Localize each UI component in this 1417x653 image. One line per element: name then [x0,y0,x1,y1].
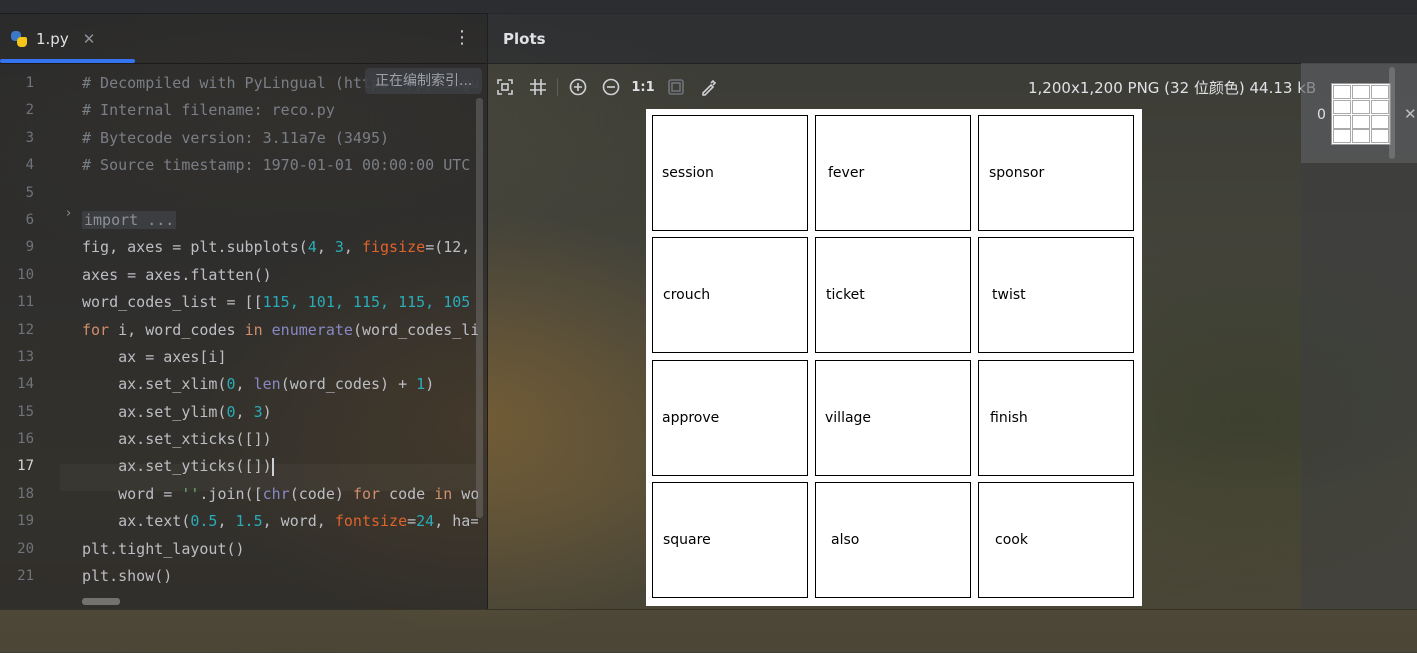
text-caret [271,457,274,476]
code-line: for i, word_codes in enumerate(word_code… [82,320,478,339]
python-file-icon [10,30,28,48]
code-line: ax.text(0.5, 1.5, word, fontsize=24, ha=… [82,512,478,531]
line-number-gutter: 1 2 3 4 5 6 9 10 11 12 13 14 15 16 17 18… [0,70,60,590]
line-number: 11 [17,294,34,311]
code-editor-pane: 1.py ✕ ⋮ 1 2 3 4 5 6 9 10 11 12 13 14 15… [0,13,488,609]
word-label: also [831,532,860,548]
folded-imports[interactable]: import ... [82,210,177,229]
fold-expand-icon[interactable]: › [66,206,71,221]
code-line: ax = axes[i] [82,347,227,366]
line-number: 4 [25,157,34,174]
line-number: 5 [25,184,34,201]
word-label: finish [990,410,1028,426]
line-number: 21 [17,568,34,585]
word-label: crouch [663,287,711,303]
word-label: sponsor [989,165,1045,181]
code-line: # Source timestamp: 1970-01-01 00:00:00 … [82,152,478,179]
line-number: 13 [17,348,34,365]
horizontal-scrollbar[interactable] [82,598,120,605]
word-label: approve [662,410,720,426]
code-line: plt.tight_layout() [82,539,245,558]
code-line: plt.show() [82,567,173,586]
window-top-strip [0,0,1417,14]
actual-size-button[interactable]: 1:1 [627,80,659,95]
tab-filename: 1.py [36,30,69,48]
code-line: word_codes_list = [[115, 101, 115, 115, … [82,293,471,312]
line-number: 10 [17,266,34,283]
thumbnail-scrollbar[interactable] [1389,67,1395,159]
code-line: axes = axes.flatten() [82,265,272,284]
code-area[interactable]: # Decompiled with PyLingual (https://pyl… [82,70,478,590]
toolbar-separator [557,78,558,96]
word-label: twist [992,287,1026,303]
line-number: 16 [17,431,34,448]
code-line: # Internal filename: reco.py [82,97,478,124]
line-number: 18 [17,485,34,502]
fit-screen-icon[interactable] [488,73,521,101]
plots-header: Plots [488,13,1417,64]
line-number: 14 [17,376,34,393]
word-label: fever [828,165,865,181]
image-info-label: 1,200x1,200 PNG (32 位颜色) 44.13 kB [1028,79,1317,97]
plot-thumbnail[interactable] [1331,83,1391,145]
code-line: import ... [82,207,478,234]
close-thumbnail-icon[interactable]: ✕ [1404,105,1417,123]
vertical-scrollbar[interactable] [476,98,483,518]
color-picker-icon[interactable] [692,73,725,101]
code-line: fig, axes = plt.subplots(4, 3, figsize=(… [82,238,471,257]
zoom-in-icon[interactable] [561,73,594,101]
editor-tab-bar: 1.py ✕ ⋮ [0,13,487,64]
zoom-out-icon[interactable] [594,73,627,101]
comment: # Source timestamp: 1970-01-01 00:00:00 … [82,156,478,175]
plot-thumbnails-panel: 0 ✕ [1301,63,1417,609]
tab-1-py[interactable]: 1.py ✕ [10,27,95,51]
code-line: # Bytecode version: 3.11a7e (3495) [82,125,478,152]
line-number: 19 [17,513,34,530]
plot-image: session fever sponsor crouch ticket twis… [646,109,1142,606]
code-line: ax.set_ylim(0, 3) [82,402,272,421]
code-line: ax.set_xticks([]) [82,430,272,449]
close-tab-icon[interactable]: ✕ [83,30,96,48]
comment: # Bytecode version: 3.11a7e (3495) [82,128,390,147]
word-label: square [663,532,711,548]
word-label: cook [995,532,1028,548]
active-tab-indicator [0,59,135,63]
comment: # Internal filename: reco.py [82,101,335,120]
line-number: 15 [17,403,34,420]
word-label: village [825,410,872,426]
grid-icon[interactable] [521,73,554,101]
plots-title: Plots [503,30,546,48]
line-number: 9 [25,239,34,256]
code-line-current: ax.set_yticks([]) [82,457,274,476]
line-number: 2 [25,102,34,119]
word-label: session [662,165,714,181]
code-line: ax.set_xlim(0, len(word_codes) + 1) [82,375,435,394]
word-label: ticket [826,287,865,303]
code-line: word = ''.join([chr(code) for code in wo… [82,484,478,503]
plots-pane: Plots 1:1 1,200x1,200 PNG (32 位颜色) 44.13… [488,13,1417,609]
background-icon[interactable] [659,73,692,101]
line-number: 6 [25,211,34,228]
more-options-icon[interactable]: ⋮ [453,27,471,48]
thumbnail-index: 0 [1317,107,1326,123]
status-bar [0,609,1417,653]
line-number: 1 [25,75,34,91]
line-number: 20 [17,540,34,557]
indexing-status-tooltip: 正在编制索引... [365,68,483,94]
line-number-current: 17 [17,458,34,475]
line-number: 12 [17,321,34,338]
plots-toolbar: 1:1 [488,73,725,101]
line-number: 3 [25,129,34,146]
